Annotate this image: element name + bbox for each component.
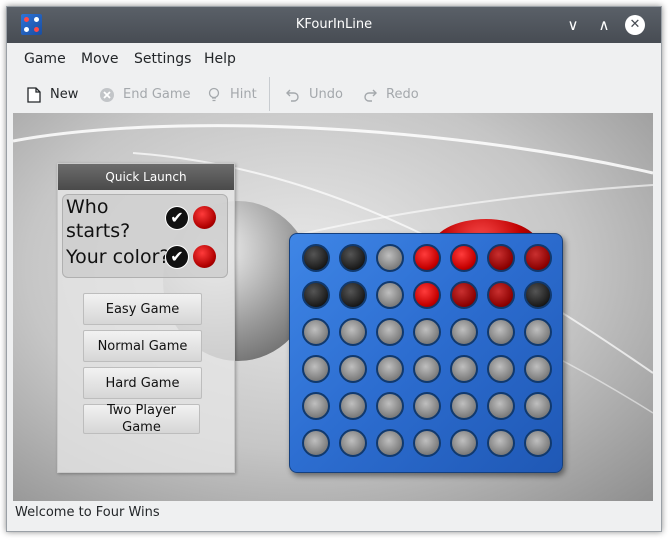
toolbar-separator	[269, 77, 270, 111]
board-piece-black[interactable]	[339, 281, 367, 309]
board-piece-red[interactable]	[450, 244, 478, 272]
board-slot[interactable]	[376, 429, 404, 457]
red-piece-icon[interactable]	[193, 245, 216, 268]
board-slot[interactable]	[376, 318, 404, 346]
who-starts-label: Who starts?	[66, 196, 131, 242]
board-slot[interactable]	[302, 355, 330, 383]
board-slot[interactable]	[413, 392, 441, 420]
menu-bar: Game Move Settings Help	[7, 43, 661, 77]
board-slot[interactable]	[376, 281, 404, 309]
board-slot[interactable]	[339, 318, 367, 346]
board-piece-red[interactable]	[413, 281, 441, 309]
board-slot[interactable]	[524, 318, 552, 346]
menu-game[interactable]: Game	[24, 51, 66, 67]
board-piece-red[interactable]	[413, 244, 441, 272]
board-piece-darkred[interactable]	[524, 244, 552, 272]
board-slot[interactable]	[413, 355, 441, 383]
red-piece-icon[interactable]	[193, 206, 216, 229]
redo-button[interactable]: Redo	[362, 85, 419, 105]
undo-button[interactable]: Undo	[285, 85, 343, 105]
new-document-icon	[27, 87, 41, 103]
board-slot[interactable]	[450, 429, 478, 457]
board-slot[interactable]	[524, 392, 552, 420]
board-slot[interactable]	[339, 429, 367, 457]
board-piece-darkred[interactable]	[450, 281, 478, 309]
board-slot[interactable]	[487, 392, 515, 420]
redo-label: Redo	[386, 87, 419, 102]
board-slot[interactable]	[413, 318, 441, 346]
game-board-area[interactable]: Quick Launch Who starts? ✔ Your color? ✔…	[13, 113, 653, 501]
board-piece-darkred[interactable]	[487, 281, 515, 309]
board-slot[interactable]	[413, 429, 441, 457]
board-slot[interactable]	[376, 355, 404, 383]
end-game-icon	[100, 88, 114, 102]
menu-move[interactable]: Move	[81, 51, 119, 67]
quick-launch-panel: Quick Launch Who starts? ✔ Your color? ✔…	[57, 163, 235, 473]
toolbar: New End Game Hint Undo Redo	[7, 77, 661, 113]
board-slot[interactable]	[450, 318, 478, 346]
end-game-label: End Game	[123, 87, 191, 102]
board-slot[interactable]	[487, 355, 515, 383]
board-slot[interactable]	[450, 355, 478, 383]
check-icon[interactable]: ✔	[166, 207, 188, 229]
board-slot[interactable]	[450, 392, 478, 420]
your-color-label: Your color?	[66, 246, 170, 268]
new-button[interactable]: New	[26, 85, 78, 105]
maximize-button[interactable]: ∧	[594, 15, 614, 35]
hint-label: Hint	[230, 87, 257, 102]
board-slot[interactable]	[302, 429, 330, 457]
new-label: New	[50, 87, 79, 102]
board-slot[interactable]	[487, 318, 515, 346]
minimize-button[interactable]: ∨	[563, 15, 583, 35]
menu-settings[interactable]: Settings	[134, 51, 191, 67]
hard-game-button[interactable]: Hard Game	[83, 367, 202, 399]
redo-icon	[364, 89, 377, 102]
hint-button[interactable]: Hint	[206, 85, 257, 105]
board-slot[interactable]	[302, 318, 330, 346]
undo-label: Undo	[309, 87, 343, 102]
board-slot[interactable]	[302, 392, 330, 420]
undo-icon	[286, 89, 299, 102]
quick-launch-title: Quick Launch	[58, 164, 234, 190]
menu-help[interactable]: Help	[204, 51, 236, 67]
board-slot[interactable]	[339, 355, 367, 383]
board-piece-black[interactable]	[302, 244, 330, 272]
board-piece-darkred[interactable]	[487, 244, 515, 272]
board-slot[interactable]	[376, 244, 404, 272]
lightbulb-icon	[208, 87, 220, 102]
close-button[interactable]: ✕	[625, 15, 645, 35]
board-slot[interactable]	[376, 392, 404, 420]
end-game-button[interactable]: End Game	[99, 85, 191, 105]
connect-four-board[interactable]	[289, 233, 563, 473]
board-piece-black[interactable]	[339, 244, 367, 272]
start-options-box: Who starts? ✔ Your color? ✔	[62, 194, 228, 278]
app-window: KFourInLine ∨ ∧ ✕ Game Move Settings Hel…	[6, 6, 662, 532]
easy-game-button[interactable]: Easy Game	[83, 293, 202, 325]
board-slot[interactable]	[524, 429, 552, 457]
check-icon[interactable]: ✔	[166, 246, 188, 268]
board-piece-black[interactable]	[302, 281, 330, 309]
board-piece-black[interactable]	[524, 281, 552, 309]
status-bar: Welcome to Four Wins	[15, 505, 160, 520]
normal-game-button[interactable]: Normal Game	[83, 330, 202, 362]
board-slot[interactable]	[339, 392, 367, 420]
board-slot[interactable]	[524, 355, 552, 383]
board-slot[interactable]	[487, 429, 515, 457]
two-player-game-button[interactable]: Two Player Game	[83, 403, 200, 435]
title-bar: KFourInLine ∨ ∧ ✕	[7, 7, 661, 43]
